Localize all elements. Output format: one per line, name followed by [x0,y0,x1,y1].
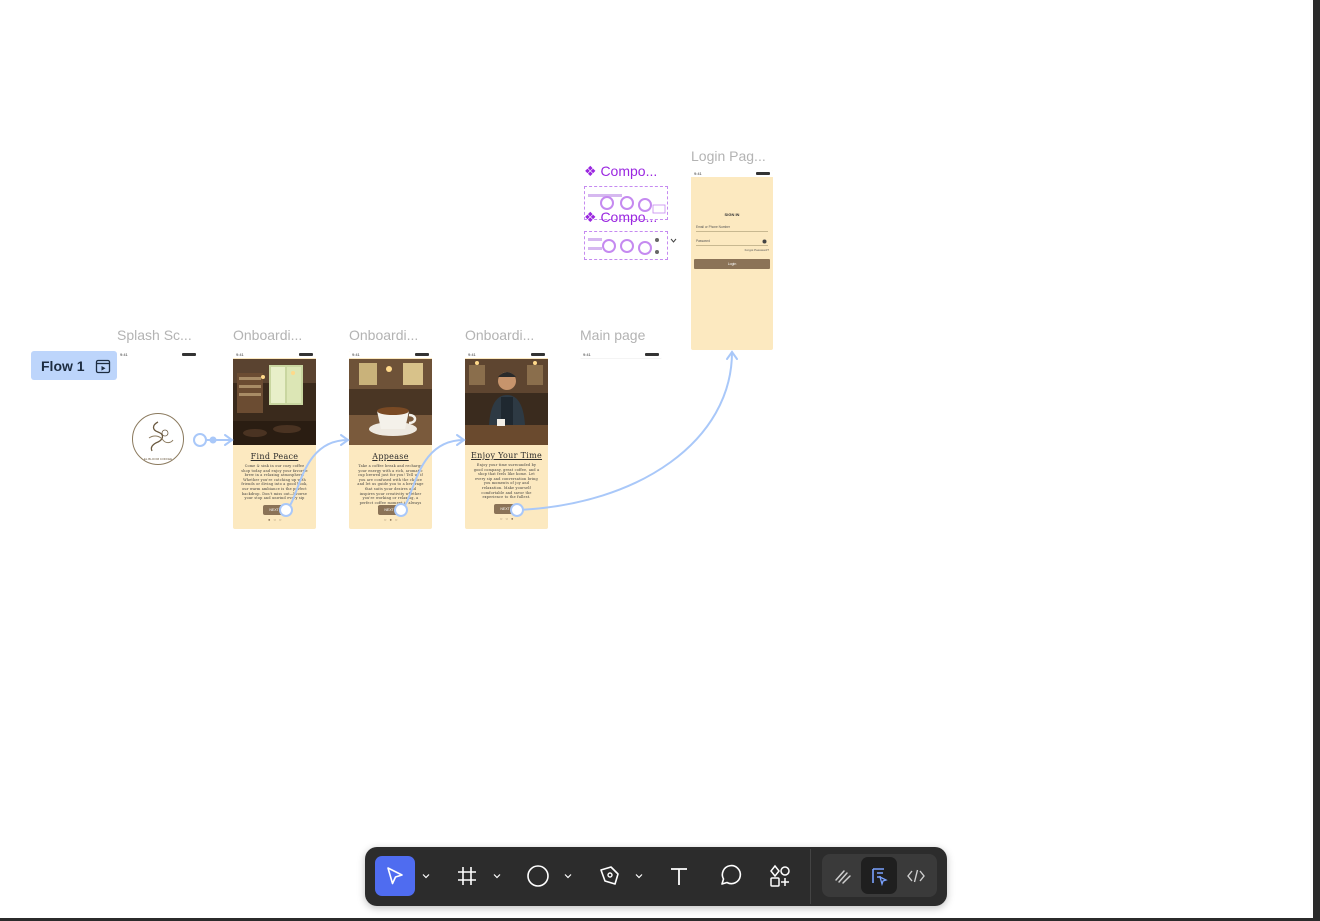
page-indicator: ○ ○ ● [500,516,515,521]
forgot-password-link[interactable]: Forgot Password? [731,248,769,252]
frame-label-main[interactable]: Main page [580,327,645,343]
frame-label-login[interactable]: Login Pag... [691,148,766,164]
onboarding-screen-2[interactable]: 9:41 Appease Take a coffee break and rec… [349,351,432,529]
component-set-2[interactable] [584,231,668,260]
cursor-arrow-icon [387,867,403,885]
frame-label-splash[interactable]: Splash Sc... [117,327,192,343]
logo-text: EL BLOOM COFFEE [143,457,173,461]
text-t-icon [671,868,687,885]
comment-bubble-icon [721,864,742,885]
pen-tool-button[interactable] [589,856,629,896]
connector-arrowhead [456,434,466,446]
dev-mode-button[interactable] [898,857,934,894]
ellipse-icon [527,865,549,887]
chevron-down-icon [564,874,572,879]
onboarding-title: Enjoy Your Time [471,451,542,460]
move-tool-dropdown[interactable] [419,856,433,896]
onboarding-body: Take a coffee break and recharge your en… [357,464,424,509]
comment-tool-button[interactable] [710,856,750,896]
play-frame-icon[interactable] [95,358,111,374]
eye-icon[interactable] [762,239,767,244]
chevron-down-icon [493,874,501,879]
cafe-interior-image [233,359,316,445]
status-bar: 9:41 [349,351,432,358]
status-bar: 9:41 [233,351,316,358]
onboarding-screen-3[interactable]: 9:41 Enjoy Your Time Enjoy your time sur… [465,351,548,529]
connector-arrowhead [224,434,234,446]
login-screen-frame[interactable]: 9:41 SIGN IN Email or Phone Number Passw… [691,170,773,350]
text-tool-button[interactable] [659,856,699,896]
component-variants-icon [588,238,659,255]
connector-arrowhead [726,350,738,360]
password-field[interactable]: Password [696,237,768,246]
toolbar-divider [810,849,811,904]
status-bar: 9:41 [465,351,548,358]
frame-tool-button[interactable] [447,856,487,896]
frame-tool-dropdown[interactable] [490,856,504,896]
chevron-down-icon [635,874,643,879]
bottom-toolbar [365,847,947,906]
design-mode-button[interactable] [861,857,897,894]
draw-pencil-icon [835,869,851,884]
shapes-plus-icon [770,864,790,887]
connector-dot [209,436,217,444]
status-bar: 9:41 [691,170,773,177]
next-button[interactable]: NEXT [378,505,400,515]
page-indicator: ● ○ ○ [268,517,283,522]
email-field[interactable]: Email or Phone Number [696,223,768,232]
mode-switcher [822,854,937,897]
design-mode-icon [872,867,888,886]
chevron-down-icon[interactable] [670,238,677,244]
connector-onboarding-3-login [516,351,733,511]
splash-screen-frame[interactable]: 9:41 EL BLOOM COFFEE [117,351,199,469]
page-indicator: ○ ● ○ [384,517,399,522]
connector-arrowhead [340,434,350,446]
chevron-down-icon [422,874,430,879]
shape-tool-button[interactable] [518,856,558,896]
barista-image [465,359,548,445]
actions-tool-button[interactable] [760,856,800,896]
login-button[interactable]: Login [694,259,770,269]
status-bar: 9:41 [117,351,199,358]
component-label-2[interactable]: ❖ Compo... [584,209,657,226]
main-page-frame[interactable]: 9:41 [580,351,662,359]
component-label-1[interactable]: ❖ Compo... [584,163,657,180]
coffee-cup-image [349,359,432,445]
move-tool-button[interactable] [375,856,415,896]
onboarding-title: Appease [372,452,409,461]
next-button[interactable]: NEXT [263,505,285,515]
code-brackets-icon [907,869,925,882]
status-bar: 9:41 [580,351,662,358]
onboarding-title: Find Peace [250,452,299,461]
frame-label-onboarding-2[interactable]: Onboardi... [349,327,418,343]
frame-hash-icon [458,867,476,885]
onboarding-body: Come & sink in our cozy coffee shop toda… [241,464,308,501]
window-edge-right [1313,0,1320,921]
flow-starting-point[interactable]: Flow 1 [31,351,117,380]
pen-nib-icon [600,866,619,885]
pen-tool-dropdown[interactable] [632,856,646,896]
next-button[interactable]: NEXT [494,504,516,514]
frame-label-onboarding-1[interactable]: Onboardi... [233,327,302,343]
flow-name: Flow 1 [41,357,85,374]
shape-tool-dropdown[interactable] [561,856,575,896]
frame-label-onboarding-3[interactable]: Onboardi... [465,327,534,343]
sign-in-heading: SIGN IN [724,212,740,217]
onboarding-screen-1[interactable]: 9:41 Find Peace Come & sink in our cozy … [233,351,316,529]
onboarding-body: Enjoy your time surrounded by good compa… [473,463,540,500]
draw-mode-button[interactable] [825,857,861,894]
